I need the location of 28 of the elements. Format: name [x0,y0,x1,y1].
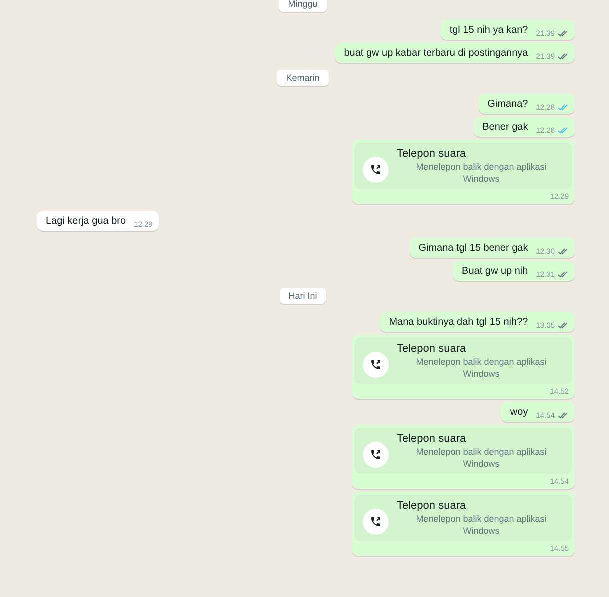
message-text: Gimana tgl 15 bener gak [418,242,528,255]
call-title: Telepon suara [397,500,468,512]
call-subtitle: Menelepon balik dengan aplikasi Windows [415,356,548,380]
date-label: Kemarin [277,70,329,86]
call-subtitle: Menelepon balik dengan aplikasi Windows [415,513,548,537]
message-text: Bener gak [482,121,528,134]
message-text: Buat gw up nih [462,265,528,278]
call-title: Telepon suara [397,148,468,160]
message-text: Lagi kerja gua bro [46,215,126,228]
phone-icon [370,449,382,461]
phone-icon [370,164,382,176]
call-card[interactable]: Telepon suara Menelepon balik dengan aplikasi Windows [355,143,572,189]
message-text: Gimana? [488,98,528,111]
phone-icon [370,516,382,528]
call-title: Telepon suara [397,343,468,355]
call-title: Telepon suara [397,433,468,445]
message-text: buat gw up kabar terbaru di postingannya [344,47,528,60]
call-subtitle: Menelepon balik dengan aplikasi Windows [415,446,548,470]
call-subtitle: Menelepon balik dengan aplikasi Windows [415,161,548,185]
phone-icon [370,359,382,371]
message-text: Mana buktinya dah tgl 15 nih?? [389,316,528,329]
message-text: woy [510,406,528,419]
message-text: tgl 15 nih ya kan? [450,24,528,37]
date-label: Minggu [279,0,327,12]
date-label: Hari Ini [280,288,326,304]
call-card[interactable]: Telepon suara Menelepon balik dengan aplikasi Windows [355,428,572,474]
call-card[interactable]: Telepon suara Menelepon balik dengan aplikasi Windows [355,495,572,541]
call-card[interactable]: Telepon suara Menelepon balik dengan aplikasi Windows [355,338,572,384]
